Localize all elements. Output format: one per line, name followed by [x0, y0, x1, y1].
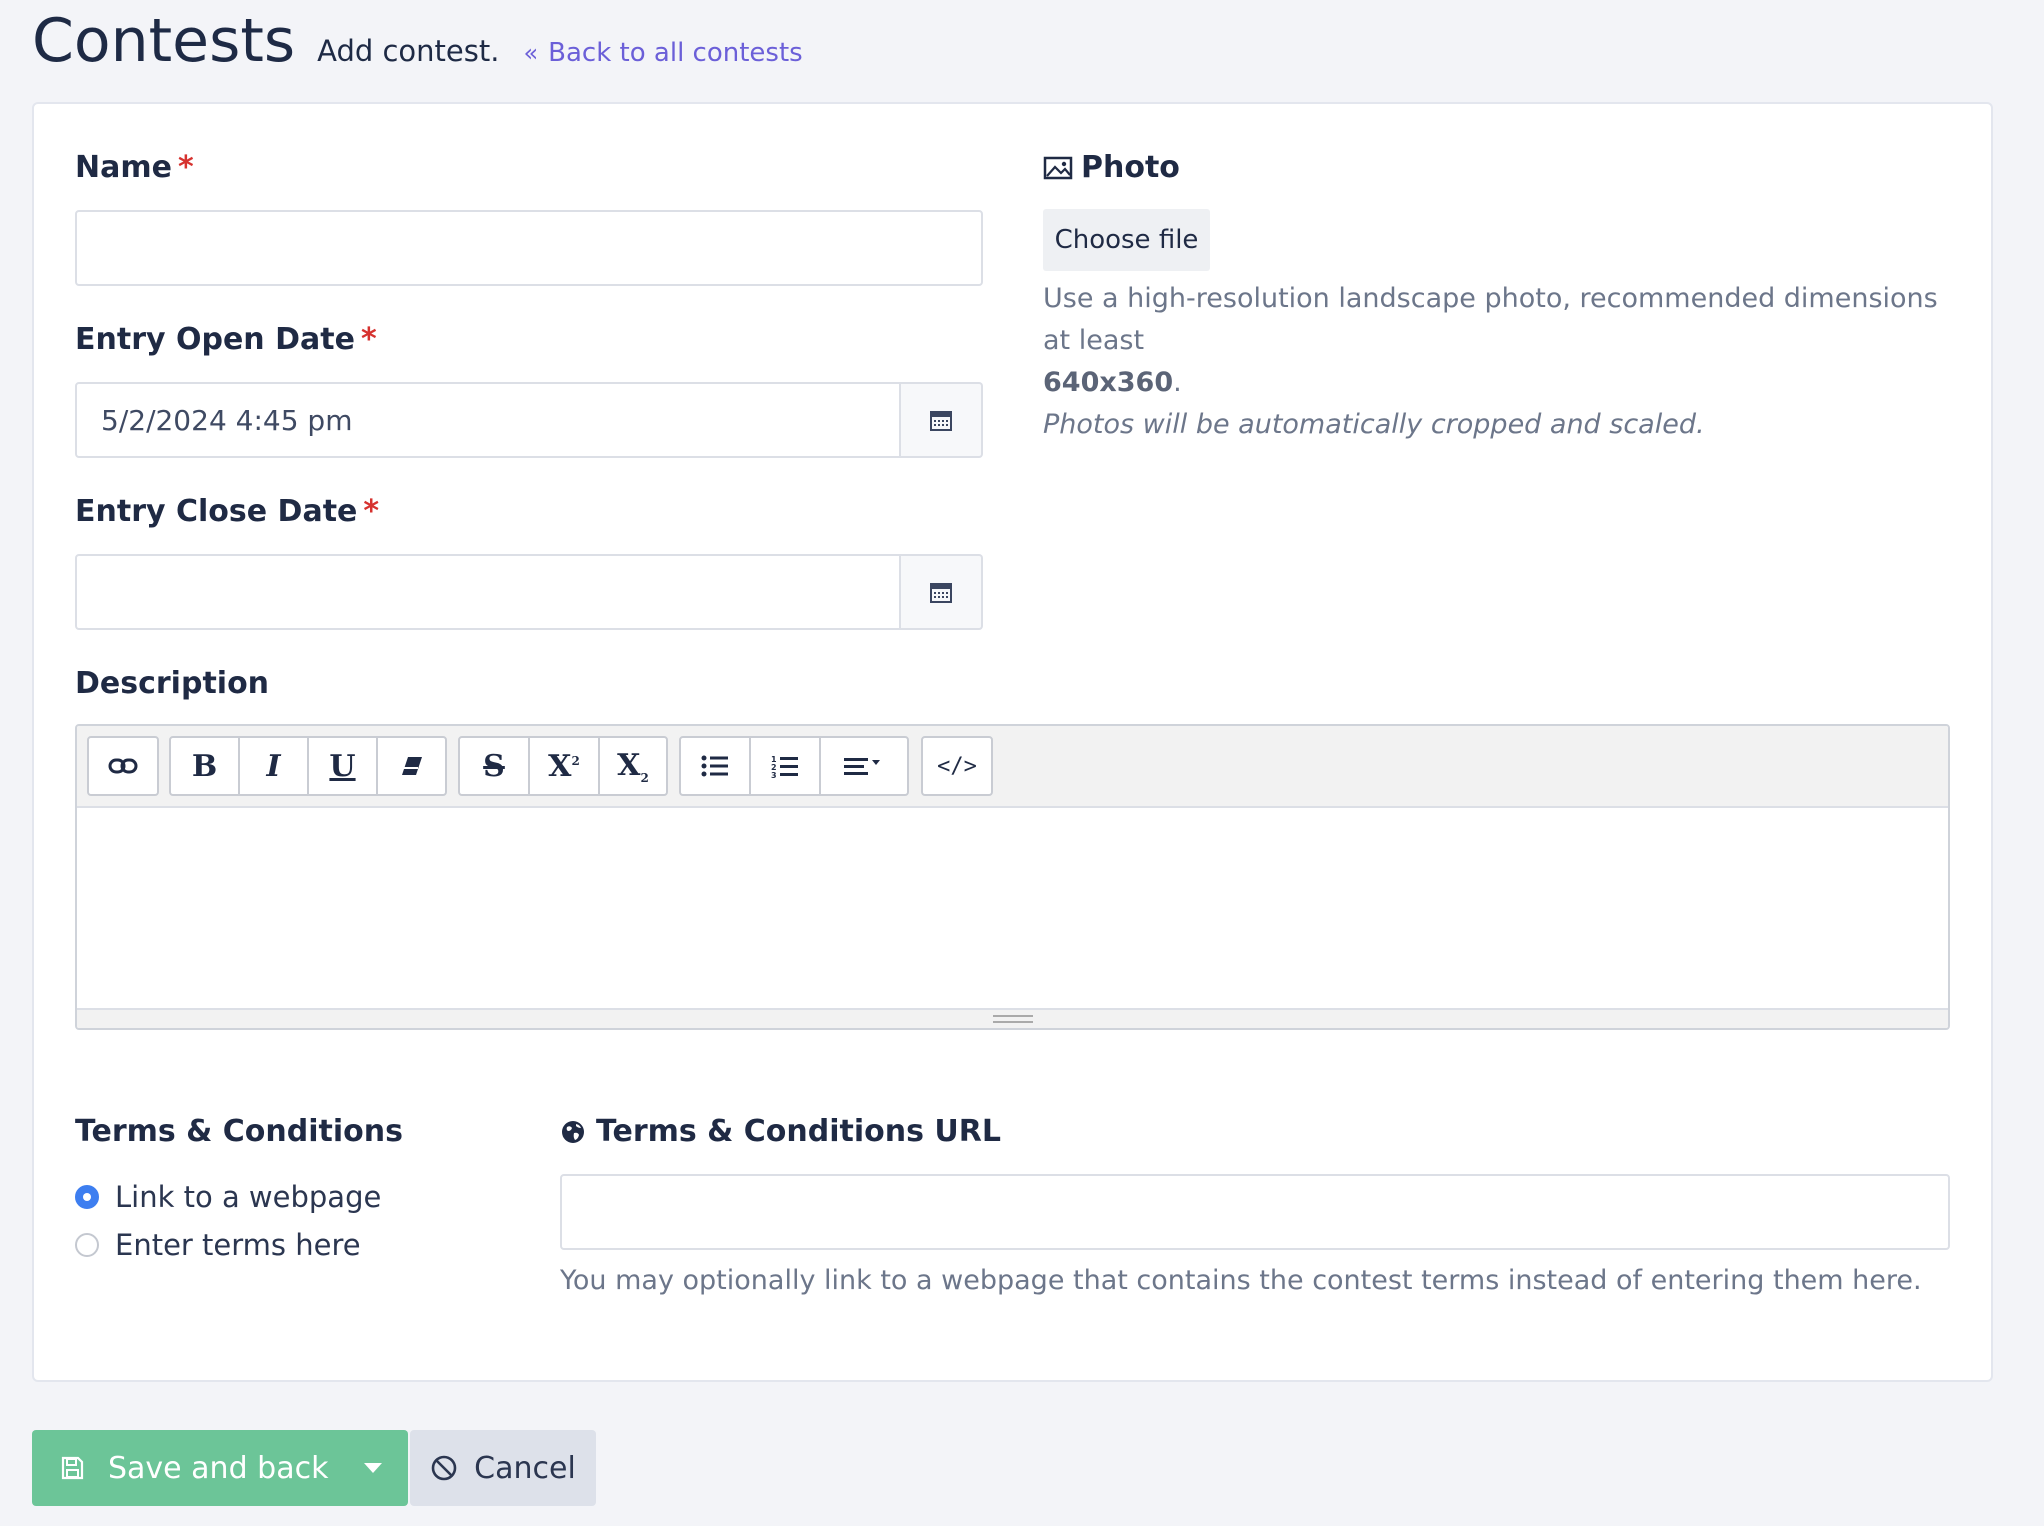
align-icon [844, 758, 880, 775]
editor-resize-handle[interactable] [77, 1008, 1948, 1028]
save-and-back-button[interactable]: Save and back [32, 1430, 338, 1506]
unordered-list-icon [701, 755, 728, 777]
back-link-label: Back to all contests [548, 38, 803, 68]
editor-toolbar: B I U S X2 X2 1 2 3 </> [77, 726, 1948, 808]
toolbar-group-format: B I U [169, 736, 447, 796]
back-to-contests-link[interactable]: « Back to all contests [523, 38, 802, 68]
align-dropdown-button[interactable] [821, 738, 907, 794]
cancel-button[interactable]: Cancel [410, 1430, 596, 1506]
ordered-list-button[interactable]: 1 2 3 [751, 738, 821, 794]
code-view-icon: </> [937, 753, 977, 779]
code-view-button[interactable]: </> [923, 738, 991, 794]
link-icon [108, 758, 138, 774]
terms-label: Terms & Conditions [75, 1114, 403, 1149]
entry-open-date-input[interactable]: 5/2/2024 4:45 pm [75, 382, 901, 458]
choose-file-button[interactable]: Choose file [1043, 209, 1210, 271]
editor-content-area[interactable] [77, 808, 1948, 1010]
save-button-group: Save and back [32, 1430, 408, 1506]
subscript-icon: X2 [617, 747, 649, 785]
superscript-button[interactable]: X2 [530, 738, 600, 794]
entry-open-date-calendar-button[interactable] [901, 382, 983, 458]
entry-close-date-calendar-button[interactable] [901, 554, 983, 630]
entry-close-date-label: Entry Close Date * [75, 494, 379, 529]
clear-format-button[interactable] [378, 738, 445, 794]
save-options-dropdown[interactable] [338, 1430, 408, 1506]
italic-button[interactable]: I [240, 738, 309, 794]
required-marker: * [177, 150, 194, 185]
name-input[interactable] [75, 210, 983, 286]
save-icon [61, 1456, 84, 1480]
radio-label: Enter terms here [115, 1228, 361, 1262]
name-label-text: Name [75, 150, 172, 185]
globe-icon [562, 1120, 584, 1143]
terms-url-label: Terms & Conditions URL [560, 1114, 1001, 1149]
name-label: Name * [75, 150, 194, 185]
image-icon [1043, 156, 1073, 179]
toolbar-group-link [87, 736, 159, 796]
terms-url-label-text: Terms & Conditions URL [596, 1114, 1001, 1149]
radio-label: Link to a webpage [115, 1180, 382, 1214]
entry-open-date-label: Entry Open Date * [75, 322, 377, 357]
radio-unchecked-icon [75, 1233, 99, 1257]
entry-close-date-label-text: Entry Close Date [75, 494, 358, 529]
photo-help-note: Photos will be automatically cropped and… [1043, 409, 1705, 440]
photo-label-text: Photo [1081, 150, 1180, 185]
page-subtitle: Add contest. [317, 34, 500, 68]
radio-checked-icon [75, 1185, 99, 1209]
terms-url-input[interactable] [560, 1174, 1950, 1250]
entry-open-date-label-text: Entry Open Date [75, 322, 355, 357]
save-button-label: Save and back [108, 1450, 329, 1486]
strikethrough-icon: S [483, 748, 505, 784]
description-label: Description [75, 666, 270, 701]
strikethrough-button[interactable]: S [460, 738, 530, 794]
radio-link-to-webpage[interactable]: Link to a webpage [75, 1180, 381, 1214]
svg-text:3: 3 [771, 771, 777, 778]
ban-icon [431, 1455, 457, 1481]
photo-help-period: . [1173, 367, 1182, 398]
ordered-list-icon: 1 2 3 [771, 755, 798, 778]
toolbar-group-code: </> [921, 736, 993, 796]
photo-help-line: Use a high-resolution landscape photo, r… [1043, 283, 1938, 356]
required-marker: * [360, 322, 377, 357]
double-chevron-left-icon: « [523, 39, 539, 67]
resize-grip-icon [992, 1015, 1033, 1023]
unordered-list-button[interactable] [681, 738, 751, 794]
bold-icon: B [191, 748, 218, 784]
page-title: Contests [32, 6, 296, 76]
contest-form-card: Name * Entry Open Date * 5/2/2024 4:45 pm … [32, 102, 1993, 1382]
underline-button[interactable]: U [309, 738, 378, 794]
terms-url-help: You may optionally link to a webpage tha… [560, 1265, 1922, 1296]
bold-button[interactable]: B [171, 738, 240, 794]
calendar-icon [930, 411, 952, 431]
entry-close-date-input[interactable] [75, 554, 901, 630]
superscript-icon: X2 [548, 748, 580, 784]
radio-enter-terms[interactable]: Enter terms here [75, 1228, 361, 1262]
photo-help-text: Use a high-resolution landscape photo, r… [1043, 278, 1963, 446]
toolbar-group-paragraph: 1 2 3 [679, 736, 909, 796]
eraser-icon [401, 757, 422, 775]
required-marker: * [363, 494, 380, 529]
calendar-icon [930, 583, 952, 603]
caret-down-icon [364, 1463, 382, 1473]
cancel-button-label: Cancel [474, 1450, 576, 1486]
italic-icon: I [266, 748, 281, 784]
underline-icon: U [329, 748, 356, 784]
link-button[interactable] [89, 738, 157, 794]
photo-dimensions: 640x360 [1043, 367, 1174, 398]
toolbar-group-script: S X2 X2 [458, 736, 668, 796]
subscript-button[interactable]: X2 [600, 738, 666, 794]
photo-label: Photo [1043, 150, 1180, 185]
page-header: Contests Add contest. « Back to all cont… [32, 6, 803, 86]
description-editor: B I U S X2 X2 1 2 3 </> [75, 724, 1950, 1030]
